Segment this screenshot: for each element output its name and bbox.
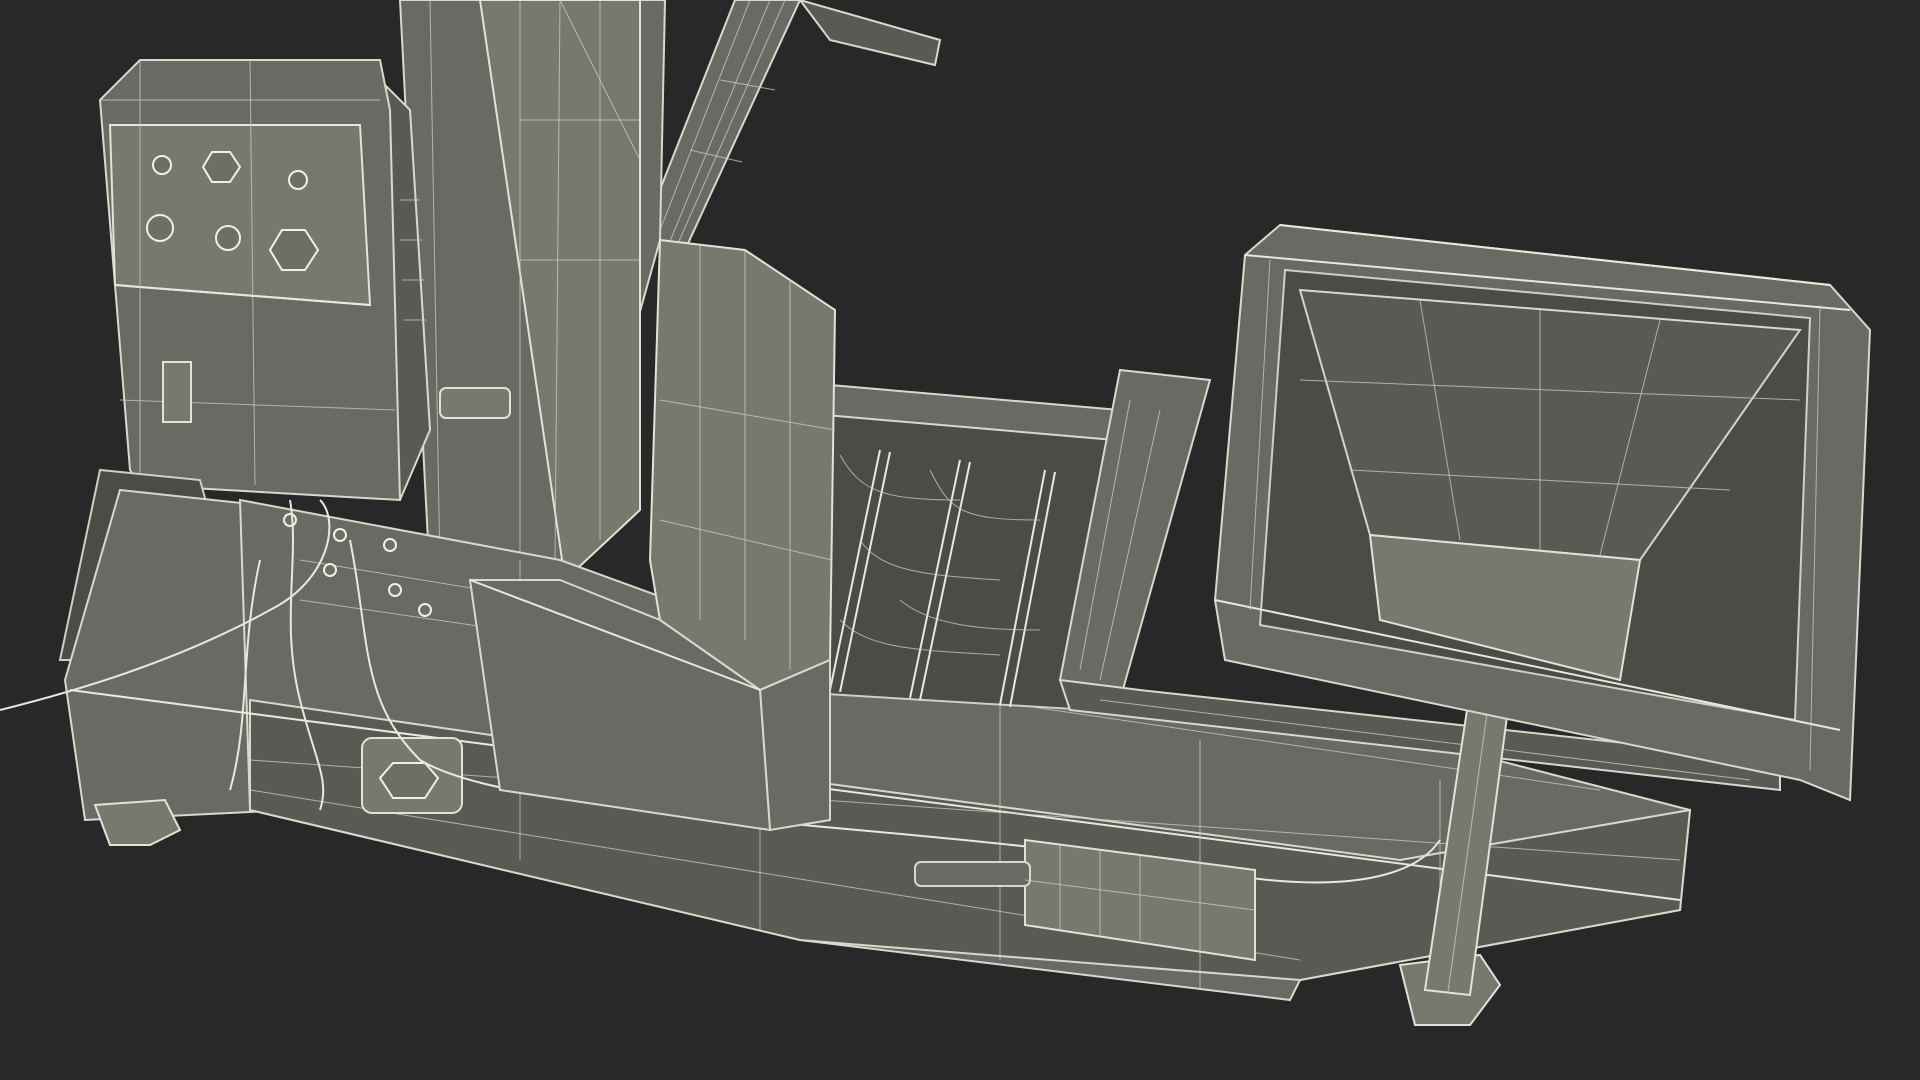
upper-feed-chute	[638, 0, 942, 252]
indicator-knob-icon	[215, 225, 241, 251]
wireframe-render	[0, 0, 1920, 1080]
connector-socket-icon	[378, 762, 440, 799]
bolt-icon	[333, 528, 347, 542]
bolt-icon	[418, 603, 432, 617]
indicator-knob-icon	[288, 170, 308, 190]
mount-bracket	[439, 387, 511, 419]
indicator-knob-icon	[146, 214, 174, 242]
panel-latch-icon	[162, 361, 192, 423]
bolt-icon	[323, 563, 337, 577]
base-foot	[93, 798, 182, 846]
indicator-knob-icon	[152, 155, 172, 175]
vertical-column	[398, 0, 667, 583]
machine-model	[0, 0, 1872, 1026]
bolt-icon	[283, 513, 297, 527]
bolt-icon	[388, 583, 402, 597]
bolt-icon	[383, 538, 397, 552]
